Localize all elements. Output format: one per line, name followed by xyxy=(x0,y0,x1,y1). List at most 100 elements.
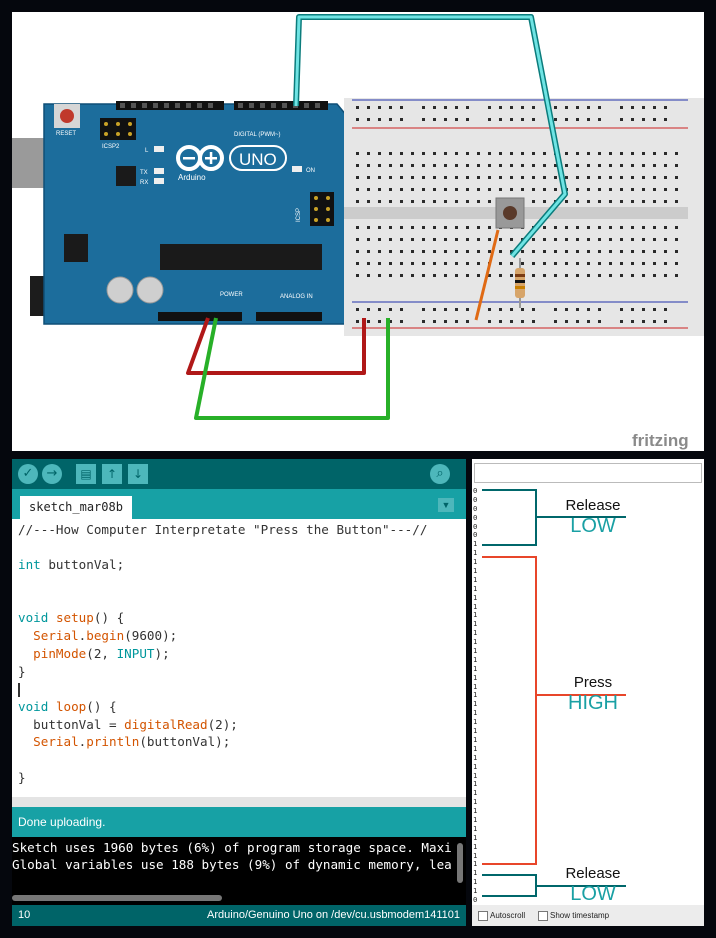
breadboard-hole xyxy=(499,238,502,241)
breadboard-hole xyxy=(642,308,645,311)
serial-footer: Autoscroll Show timestamp xyxy=(472,905,704,926)
upload-icon[interactable]: → xyxy=(42,464,62,484)
timestamp-checkbox[interactable] xyxy=(538,911,548,921)
breadboard-hole xyxy=(356,238,359,241)
tab-sketch[interactable]: sketch_mar08b xyxy=(20,496,132,519)
console-scrollbar[interactable] xyxy=(12,895,222,901)
breadboard-hole xyxy=(620,118,623,121)
usb-chip xyxy=(116,166,136,186)
breadboard-hole xyxy=(598,238,601,241)
verify-icon[interactable]: ✓ xyxy=(18,464,38,484)
breadboard-hole xyxy=(609,262,612,265)
autoscroll-label: Autoscroll xyxy=(490,911,526,920)
console-vscrollbar[interactable] xyxy=(457,843,463,883)
breadboard-hole xyxy=(466,226,469,229)
console-line: Sketch uses 1960 bytes (6%) of program s… xyxy=(12,840,452,855)
breadboard-hole xyxy=(499,274,502,277)
breadboard-hole xyxy=(554,320,557,323)
breadboard-hole xyxy=(598,320,601,323)
breadboard-hole xyxy=(367,250,370,253)
breadboard-hole xyxy=(587,164,590,167)
breadboard-hole xyxy=(609,250,612,253)
breadboard-hole xyxy=(587,226,590,229)
breadboard-hole xyxy=(510,320,513,323)
breadboard-hole xyxy=(444,320,447,323)
breadboard-hole xyxy=(565,320,568,323)
breadboard-hole xyxy=(587,118,590,121)
breadboard-hole xyxy=(477,188,480,191)
breadboard-hole xyxy=(554,118,557,121)
breadboard-hole xyxy=(532,118,535,121)
breadboard-hole xyxy=(356,106,359,109)
breadboard-hole xyxy=(598,308,601,311)
breadboard-hole xyxy=(356,118,359,121)
breadboard-hole xyxy=(587,274,590,277)
breadboard-hole xyxy=(466,250,469,253)
autoscroll-checkbox[interactable] xyxy=(478,911,488,921)
code-token: Serial xyxy=(33,734,79,750)
breadboard-hole xyxy=(664,320,667,323)
breadboard-hole xyxy=(378,238,381,241)
code-line xyxy=(18,680,427,698)
tab-menu-icon[interactable]: ▼ xyxy=(438,498,454,512)
breadboard-hole xyxy=(543,152,546,155)
breadboard-hole xyxy=(444,226,447,229)
breadboard-hole xyxy=(631,250,634,253)
breadboard-hole xyxy=(433,200,436,203)
editor-console-divider[interactable] xyxy=(12,797,466,807)
breadboard-hole xyxy=(400,106,403,109)
breadboard-hole xyxy=(521,152,524,155)
code-line: int buttonVal; xyxy=(18,557,125,573)
breadboard-hole xyxy=(510,152,513,155)
code-line: } xyxy=(18,769,26,785)
breadboard-hole xyxy=(378,188,381,191)
breadboard-hole xyxy=(400,238,403,241)
breadboard-hole xyxy=(554,250,557,253)
breadboard-hole xyxy=(466,238,469,241)
serial-monitor-icon[interactable]: ⌕ xyxy=(430,464,450,484)
breadboard-hole xyxy=(378,176,381,179)
breadboard-hole xyxy=(609,238,612,241)
breadboard-hole xyxy=(543,176,546,179)
breadboard-hole xyxy=(642,200,645,203)
new-icon[interactable]: ▤ xyxy=(76,464,96,484)
breadboard-hole xyxy=(477,250,480,253)
breadboard-hole xyxy=(642,106,645,109)
save-icon[interactable]: ↓ xyxy=(128,464,148,484)
breadboard-hole xyxy=(620,274,623,277)
code-line: void setup() { xyxy=(18,610,125,626)
breadboard-hole xyxy=(499,308,502,311)
breadboard-hole xyxy=(565,226,568,229)
breadboard-hole xyxy=(422,118,425,121)
breadboard-hole xyxy=(598,200,601,203)
breadboard-hole xyxy=(488,118,491,121)
breadboard-hole xyxy=(367,152,370,155)
breadboard-hole xyxy=(620,250,623,253)
breadboard-hole xyxy=(356,308,359,311)
annotation-action: Release xyxy=(565,497,621,514)
breadboard-hole xyxy=(444,176,447,179)
breadboard-hole xyxy=(664,152,667,155)
ide-footer: 10 Arduino/Genuino Uno on /dev/cu.usbmod… xyxy=(12,905,466,926)
breadboard-hole xyxy=(422,320,425,323)
code-editor[interactable]: //---How Computer Interpretate "Press th… xyxy=(18,521,427,786)
breadboard-hole xyxy=(356,250,359,253)
breadboard-hole xyxy=(455,188,458,191)
breadboard-hole xyxy=(653,106,656,109)
console-line: Global variables use 188 bytes (9%) of d… xyxy=(12,857,452,872)
code-token: INPUT xyxy=(116,645,155,661)
code-token: digitalRead xyxy=(124,716,208,732)
led-tx-label: TX xyxy=(140,170,148,176)
breadboard-hole xyxy=(598,250,601,253)
open-icon[interactable]: ↑ xyxy=(102,464,122,484)
breadboard-hole xyxy=(411,176,414,179)
breadboard-hole xyxy=(389,226,392,229)
breadboard-hole xyxy=(653,308,656,311)
breadboard-hole xyxy=(565,164,568,167)
breadboard-hole xyxy=(389,176,392,179)
breadboard-hole xyxy=(499,262,502,265)
breadboard-hole xyxy=(400,164,403,167)
breadboard-hole xyxy=(510,164,513,167)
breadboard-hole xyxy=(653,262,656,265)
